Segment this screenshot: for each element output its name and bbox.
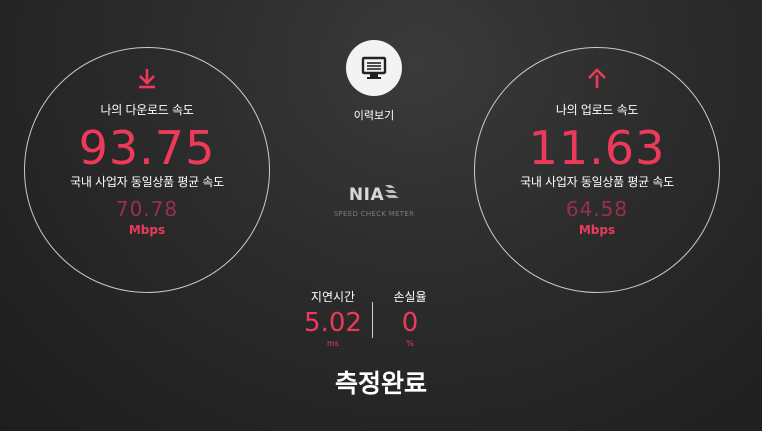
upload-average-label: 국내 사업자 동일상품 평균 속도 bbox=[520, 175, 674, 189]
latency-label: 지연시간 bbox=[310, 290, 356, 304]
download-average-label: 국내 사업자 동일상품 평균 속도 bbox=[70, 175, 224, 189]
upload-unit: Mbps bbox=[578, 223, 616, 237]
download-speed-value: 93.75 bbox=[78, 121, 216, 175]
latency-unit: ms bbox=[327, 339, 339, 348]
loss-metric: 손실율 0 % bbox=[380, 288, 440, 348]
latency-metric: 지연시간 5.02 ms bbox=[296, 288, 370, 348]
arrow-up-icon bbox=[588, 68, 606, 88]
latency-value: 5.02 bbox=[304, 308, 362, 338]
logo-name: NIA bbox=[348, 185, 385, 205]
loss-value: 0 bbox=[401, 308, 419, 338]
monitor-icon bbox=[361, 56, 387, 79]
download-average-value: 70.78 bbox=[115, 197, 179, 221]
logo-tagline: SPEED CHECK METER bbox=[333, 210, 415, 218]
measurement-status: 측정완료 bbox=[334, 369, 427, 398]
download-title: 나의 다운로드 속도 bbox=[100, 103, 194, 117]
speed-stripes-icon bbox=[385, 185, 400, 198]
history-button[interactable] bbox=[346, 40, 402, 96]
download-unit: Mbps bbox=[128, 223, 166, 237]
upload-speed-value: 11.63 bbox=[528, 121, 666, 175]
loss-unit: % bbox=[406, 339, 414, 348]
upload-average-value: 64.58 bbox=[565, 197, 629, 221]
metric-divider bbox=[372, 302, 373, 338]
loss-label: 손실율 bbox=[393, 290, 427, 304]
nia-logo: NIA SPEED CHECK METER bbox=[318, 185, 430, 218]
history-label[interactable]: 이력보기 bbox=[330, 107, 418, 123]
upload-title: 나의 업로드 속도 bbox=[555, 103, 639, 117]
arrow-down-icon bbox=[139, 69, 155, 89]
